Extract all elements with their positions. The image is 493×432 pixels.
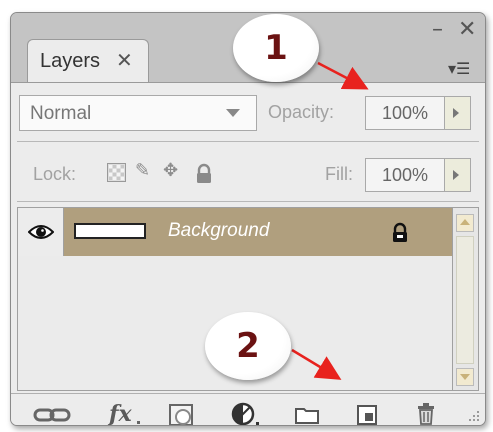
annotation-number-2: 2 [236, 326, 260, 366]
annotation-number-1: 1 [264, 28, 288, 68]
annotation-arrow-1 [317, 61, 369, 90]
annotation-arrow-2 [291, 348, 342, 380]
annotation-bubble-1: 1 [233, 14, 319, 82]
annotation-bubble-2: 2 [205, 312, 291, 380]
